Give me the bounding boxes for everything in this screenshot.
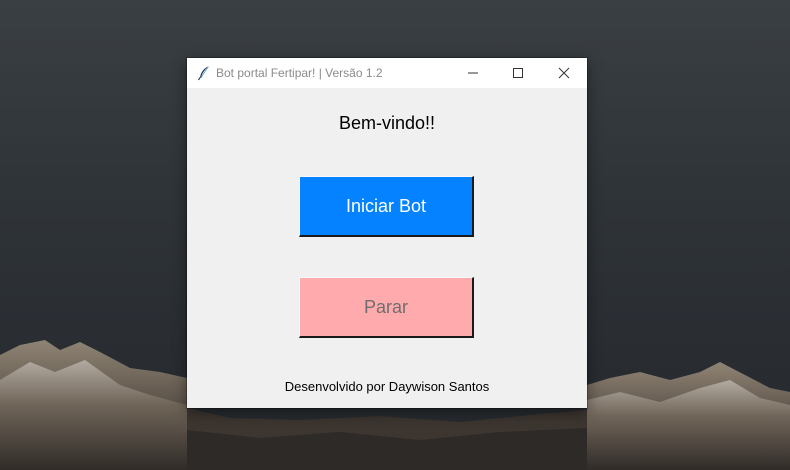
stop-button[interactable]: Parar [299, 277, 474, 338]
app-window: Bot portal Fertipar! | Versão 1.2 Bem-vi… [187, 58, 587, 408]
maximize-icon [513, 68, 523, 78]
minimize-button[interactable] [450, 58, 496, 88]
welcome-heading: Bem-vindo!! [338, 113, 436, 133]
close-button[interactable] [541, 58, 587, 88]
window-title: Bot portal Fertipar! | Versão 1.2 [216, 66, 383, 80]
developer-credit: Desenvolvido por Daywison Santos [284, 379, 490, 394]
close-icon [558, 67, 570, 79]
feather-icon [197, 66, 209, 81]
maximize-button[interactable] [495, 58, 541, 88]
minimize-icon [468, 72, 478, 74]
title-bar[interactable]: Bot portal Fertipar! | Versão 1.2 [187, 58, 587, 88]
start-bot-button[interactable]: Iniciar Bot [299, 176, 474, 237]
desktop-wallpaper: Bot portal Fertipar! | Versão 1.2 Bem-vi… [0, 0, 790, 470]
